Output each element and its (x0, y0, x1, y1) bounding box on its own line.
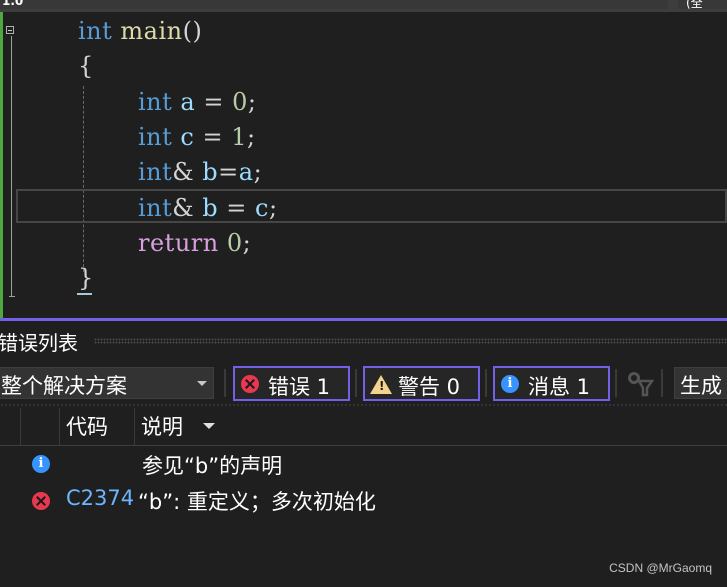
list-item[interactable]: C2374 “b”: 重定义；多次初始化 (0, 483, 727, 519)
code-token: int (78, 17, 113, 45)
scope-select-value: 整个解决方案 (1, 374, 127, 398)
info-icon: i (501, 375, 519, 393)
code-token: int (138, 158, 173, 186)
error-list-toolbar: 整个解决方案 错误 1 ! 警告 0 i 消息 1 生成 (0, 365, 727, 403)
document-tab-label: 1.0 (2, 0, 24, 8)
code-token: 1 (231, 123, 248, 151)
sort-chevron-icon[interactable] (203, 423, 215, 429)
error-icon (32, 492, 50, 510)
toolbar-separator (485, 369, 487, 397)
scope-dropdown[interactable]: (全 (678, 0, 727, 10)
column-header-row: 代码 说明 (0, 408, 727, 446)
row-code: C2374 (66, 486, 135, 510)
outline-end (9, 296, 15, 297)
code-token: ; (253, 158, 263, 186)
code-line[interactable]: int c = 1; (138, 120, 256, 154)
code-token: = (195, 88, 233, 116)
code-token: = (194, 123, 232, 151)
build-source-value: 生成 (680, 374, 722, 398)
code-token: } (78, 264, 94, 292)
column-separator[interactable] (134, 408, 135, 445)
toolbar-separator (661, 369, 663, 397)
code-token: 0 (232, 88, 248, 116)
document-tab[interactable]: 1.0 (0, 0, 668, 9)
code-token: return (138, 229, 219, 257)
warnings-filter-label: 警告 0 (398, 375, 461, 399)
toolbar-separator (224, 369, 226, 397)
code-token: ; (242, 229, 252, 257)
code-token: = (218, 158, 239, 186)
indent-guide (83, 86, 84, 272)
brace-match-marker (77, 293, 92, 295)
row-description: 参见“b”的声明 (142, 454, 283, 478)
error-list-panel: 错误列表 整个解决方案 错误 1 ! 警告 0 i 消息 1 生成 代码 说明 … (0, 321, 727, 587)
errors-filter-button[interactable]: 错误 1 (233, 366, 350, 401)
code-token: b (202, 194, 219, 222)
scope-dropdown-label: (全 (686, 0, 703, 10)
toolbar-separator (615, 369, 617, 397)
messages-filter-label: 消息 1 (528, 375, 591, 399)
code-line[interactable]: return 0; (138, 226, 251, 260)
code-token: 0 (226, 229, 243, 257)
code-token: b (202, 158, 219, 186)
change-tracking-bar (0, 12, 3, 318)
column-separator[interactable] (20, 408, 21, 445)
warnings-filter-button[interactable]: ! 警告 0 (363, 366, 480, 401)
code-line[interactable]: { (78, 49, 94, 83)
messages-filter-button[interactable]: i 消息 1 (493, 366, 610, 401)
code-line[interactable]: int a = 0; (138, 85, 256, 119)
column-header-description[interactable]: 说明 (141, 411, 183, 441)
toolbar-divider (0, 404, 727, 406)
code-line[interactable]: int& b=a; (138, 155, 262, 189)
code-token: c (180, 123, 195, 151)
filter-funnel-icon[interactable] (626, 371, 654, 397)
column-header-code[interactable]: 代码 (66, 411, 108, 441)
code-token: () (182, 17, 203, 45)
code-token: int (138, 88, 173, 116)
row-description: “b”: 重定义；多次初始化 (138, 490, 376, 514)
watermark: CSDN @MrGaomq (609, 561, 712, 575)
current-line-highlight (16, 189, 727, 223)
panel-drag-grip[interactable] (94, 338, 727, 344)
collapse-icon[interactable] (6, 26, 14, 34)
code-token: int (138, 194, 173, 222)
chevron-down-icon (197, 381, 207, 386)
document-tab-strip: 1.0 (全 (0, 0, 727, 12)
error-icon (241, 375, 259, 393)
info-icon: i (32, 455, 50, 473)
code-token: & (172, 158, 195, 186)
code-line[interactable]: int& b = c; (138, 191, 278, 225)
panel-title: 错误列表 (0, 331, 78, 355)
toolbar-separator (355, 369, 357, 397)
code-token: { (78, 52, 94, 80)
code-token: & (172, 194, 195, 222)
column-separator[interactable] (59, 408, 60, 445)
code-token: main (120, 17, 183, 45)
build-source-select[interactable]: 生成 (674, 367, 727, 399)
code-token: a (238, 158, 254, 186)
code-token: ; (247, 88, 257, 116)
warning-icon: ! (370, 375, 392, 394)
outline-line (11, 36, 12, 296)
scope-select[interactable]: 整个解决方案 (0, 367, 214, 399)
code-token: a (180, 88, 196, 116)
code-token: int (138, 123, 173, 151)
code-line[interactable]: int main() (78, 14, 202, 48)
code-line[interactable]: } (78, 261, 94, 295)
code-token: c (255, 194, 269, 222)
code-token: = (218, 194, 256, 222)
code-token: ; (269, 194, 278, 222)
code-editor[interactable]: int main(){int a = 0; int c = 1; int& b=a;… (0, 12, 727, 318)
errors-filter-label: 错误 1 (268, 375, 331, 399)
list-item[interactable]: i 参见“b”的声明 (0, 447, 727, 483)
code-token: ; (247, 123, 256, 151)
